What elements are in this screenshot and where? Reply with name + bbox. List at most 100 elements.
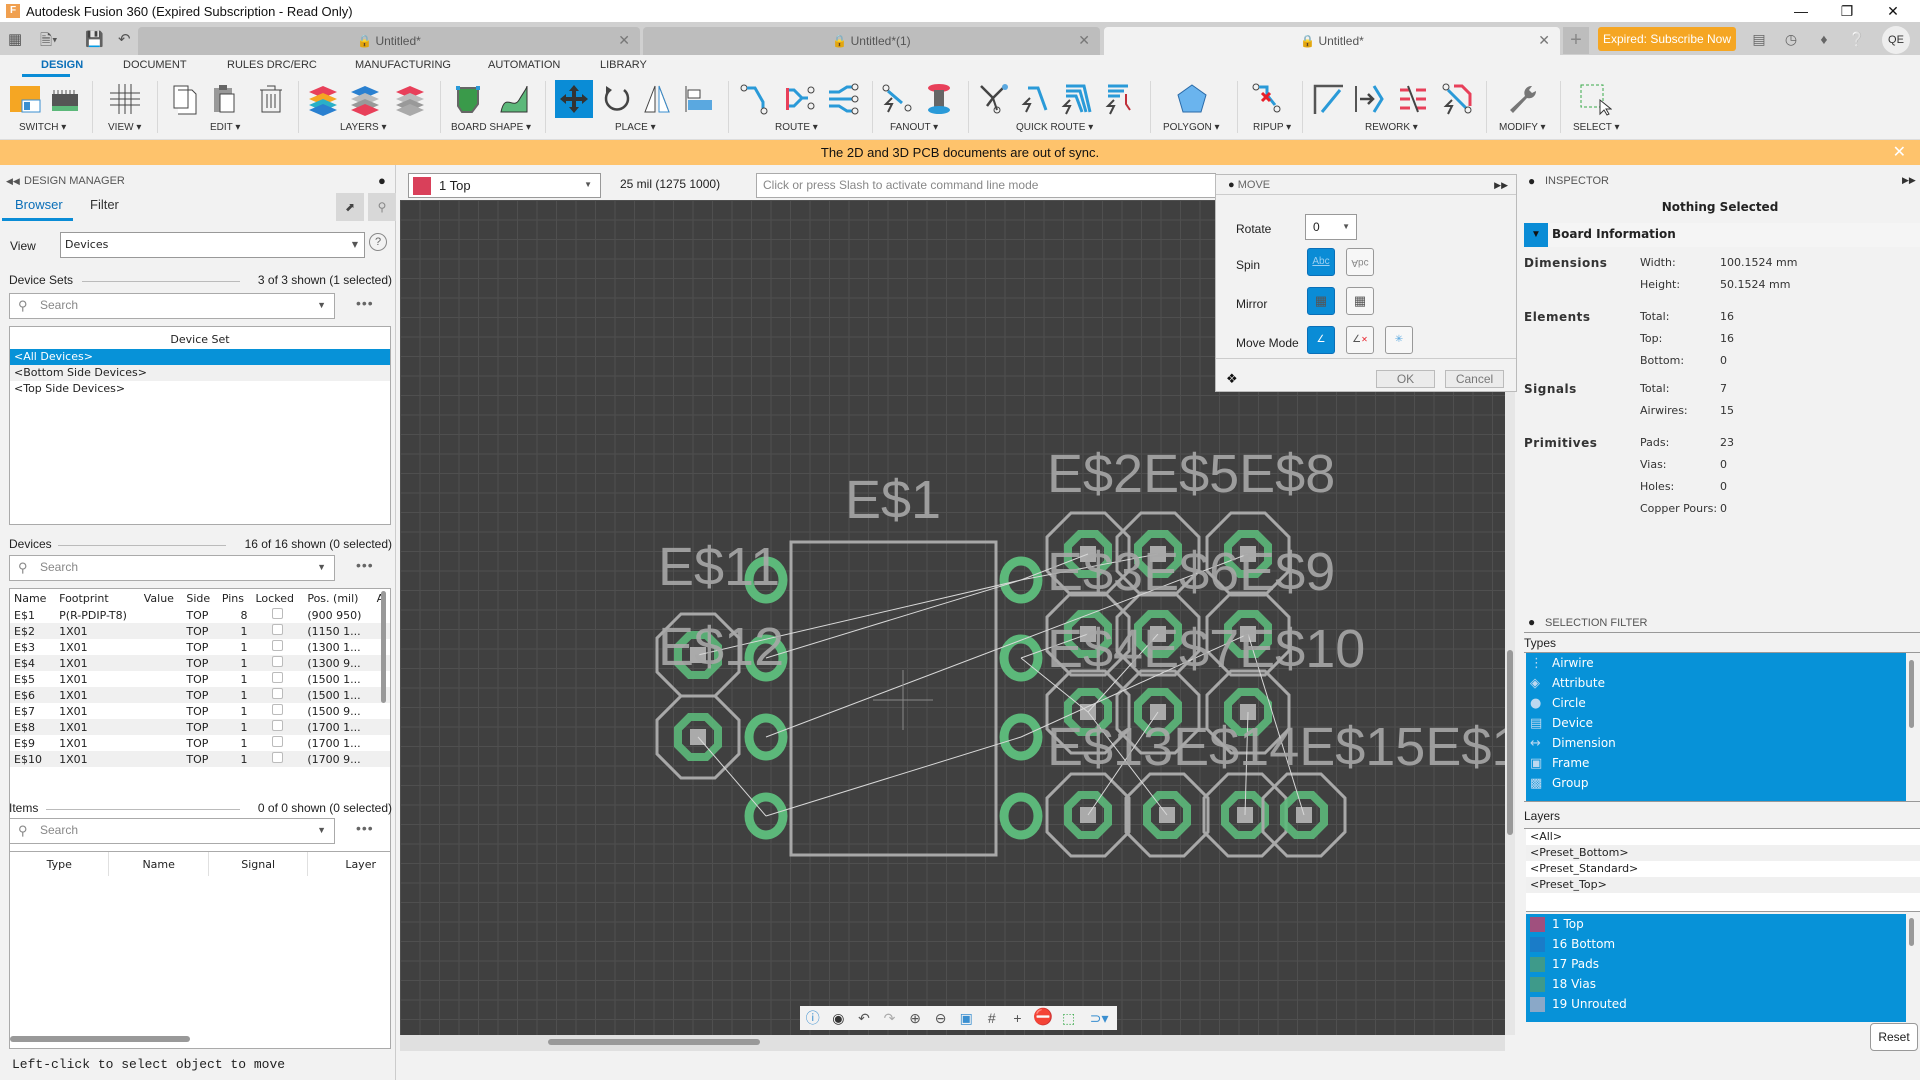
switch-board-icon[interactable] [8,82,42,116]
column-header-layer[interactable]: Layer [308,852,390,876]
column-header-name[interactable]: Name [109,852,209,876]
filter-type-item[interactable]: ▣ Frame [1526,753,1906,773]
locked-checkbox[interactable] [271,656,283,667]
tab-filter[interactable]: Filter [90,197,119,212]
route-mode-icon[interactable]: ⊃▾ [1084,1008,1114,1028]
list-item[interactable]: <Bottom Side Devices> [10,365,390,381]
align-icon[interactable] [682,82,716,116]
scroll-thumb[interactable] [1507,650,1513,835]
group-label-edit[interactable]: EDIT ▾ [210,122,240,133]
more-options-icon[interactable]: ••• [356,557,374,573]
table-row[interactable]: E$9 1X01 TOP 1 (1700 1... [10,735,390,751]
user-avatar[interactable]: QE [1882,26,1910,54]
vertical-scrollbar[interactable] [1909,918,1914,946]
select-in-canvas-button[interactable]: ⬈ [336,193,364,221]
info-icon[interactable]: ❖ [1226,371,1238,387]
table-row[interactable]: E$2 1X01 TOP 1 (1150 1... [10,623,390,639]
cell-locked[interactable] [251,719,304,735]
redo-icon[interactable]: ↷ [880,1008,900,1028]
subscribe-button[interactable]: Expired: Subscribe Now [1598,27,1736,51]
comment-icon[interactable]: ▤ [1750,30,1768,48]
vertical-scrollbar[interactable] [381,591,386,703]
doc-tab-2[interactable]: 🔒 Untitled*(1) ✕ [643,27,1100,55]
group-label-place[interactable]: PLACE ▾ [615,122,656,133]
move-mode-snap-button[interactable]: ✳ [1385,326,1413,354]
cancel-button[interactable]: Cancel [1445,370,1504,388]
rework-split-icon[interactable] [1312,82,1346,116]
group-label-ripup[interactable]: RIPUP ▾ [1253,122,1291,133]
group-label-select[interactable]: SELECT ▾ [1573,122,1620,133]
select-window-icon[interactable] [1578,82,1612,116]
help-icon[interactable]: ❔ [1848,30,1866,48]
filter-type-item[interactable]: ▩ Group [1526,773,1906,793]
rework-slide-icon[interactable] [1352,82,1386,116]
locked-checkbox[interactable] [271,720,283,731]
cell-locked[interactable] [252,671,304,687]
ribbon-tab-rules[interactable]: RULES DRC/ERC [227,59,317,71]
move-mode-no-airwire-button[interactable]: ∠✕ [1346,326,1374,354]
zoom-out-icon[interactable]: ⊖ [931,1008,951,1028]
table-row[interactable]: E$8 1X01 TOP 1 (1700 1... [10,719,390,735]
cell-locked[interactable] [251,687,304,703]
restore-icon[interactable]: ❐ [1824,0,1870,22]
minimize-dialog-icon[interactable]: ● [1228,179,1235,191]
stop-icon[interactable]: ⛔ [1033,1008,1053,1028]
notification-bell-icon[interactable]: ♦ [1815,30,1833,48]
command-line-input[interactable]: Click or press Slash to activate command… [756,173,1216,198]
doc-tab-3-active[interactable]: 🔒 Untitled* ✕ [1104,27,1560,55]
table-row[interactable]: E$4 1X01 TOP 1 (1300 9... [10,655,390,671]
filter-type-item[interactable]: ▤ Device [1526,713,1906,733]
undo-icon[interactable]: ↶ [118,30,131,48]
filter-type-item[interactable]: ◈ Attribute [1526,673,1906,693]
ripup-icon[interactable] [1250,82,1284,116]
group-label-polygon[interactable]: POLYGON ▾ [1163,122,1220,133]
column-header-type[interactable]: Type [10,852,110,876]
layer-preset-item[interactable]: <Preset_Top> [1526,877,1920,893]
quick-route-airwire-icon[interactable] [977,82,1011,116]
filter-layer-item[interactable]: 18 Vias [1526,974,1906,994]
locked-checkbox[interactable] [271,752,283,763]
group-label-switch[interactable]: SWITCH ▾ [19,122,66,133]
mirror-icon[interactable] [640,82,674,116]
expand-icon[interactable]: ▶▶ [1902,175,1916,186]
undo-icon[interactable]: ↶ [854,1008,874,1028]
group-label-layers[interactable]: LAYERS ▾ [340,122,387,133]
column-header[interactable]: Pos. (mil) [303,589,372,607]
rotate-select[interactable]: 0 ▼ [1305,214,1357,240]
zoom-in-icon[interactable]: ⊕ [905,1008,925,1028]
minimize-panel-icon[interactable]: ● [1528,174,1535,188]
eye-icon[interactable]: ◉ [828,1008,848,1028]
rotate-icon[interactable] [600,82,634,116]
column-header[interactable]: Value [140,589,183,607]
app-grid-icon[interactable]: ▦ [8,30,22,48]
list-item[interactable]: <Top Side Devices> [10,381,390,397]
info-icon[interactable]: ⓘ [803,1008,823,1028]
close-tab-icon[interactable]: ✕ [1538,32,1550,49]
cell-locked[interactable] [251,751,304,767]
tab-browser[interactable]: Browser [15,197,63,212]
cell-locked[interactable] [251,623,304,639]
paste-icon[interactable] [208,82,242,116]
grid-view-icon[interactable] [108,82,142,116]
group-label-quick-route[interactable]: QUICK ROUTE ▾ [1016,122,1093,133]
delete-icon[interactable] [254,82,288,116]
move-icon[interactable] [555,80,593,118]
close-icon[interactable]: ✕ [1870,0,1916,22]
collapse-panel-icon[interactable]: ◀◀ [6,176,20,187]
layer-preset-item[interactable]: <All> [1526,829,1920,845]
cell-locked[interactable] [252,639,304,655]
group-label-modify[interactable]: MODIFY ▾ [1499,122,1546,133]
group-label-view[interactable]: VIEW ▾ [108,122,141,133]
zoom-fit-icon[interactable]: ▣ [956,1008,976,1028]
cell-locked[interactable] [252,735,304,751]
board-information-header[interactable]: ▼ Board Information [1524,223,1920,247]
ribbon-tab-design[interactable]: DESIGN [41,59,83,71]
locked-checkbox[interactable] [271,624,283,635]
column-header-signal[interactable]: Signal [209,852,309,876]
table-row[interactable]: E$6 1X01 TOP 1 (1500 1... [10,687,390,703]
quick-route-all-icon[interactable] [1060,82,1094,116]
table-row[interactable]: E$10 1X01 TOP 1 (1700 9... [10,751,390,767]
canvas-horizontal-scrollbar[interactable] [400,1035,1505,1051]
filter-layer-item[interactable]: 1 Top [1526,914,1906,934]
table-row[interactable]: E$1 P(R-PDIP-T8) TOP 8 (900 950) [10,607,390,623]
